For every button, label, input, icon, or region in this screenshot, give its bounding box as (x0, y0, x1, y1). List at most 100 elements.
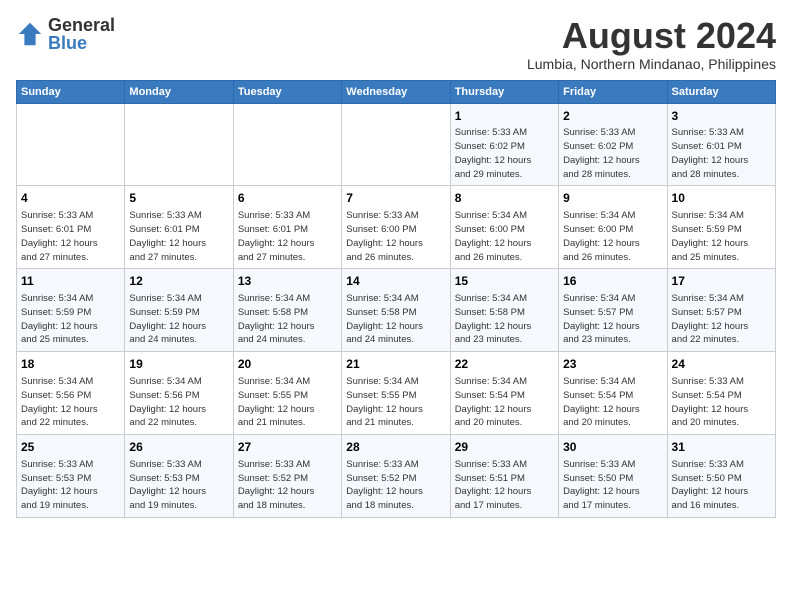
calendar-body: 1 Sunrise: 5:33 AM Sunset: 6:02 PM Daylig… (17, 103, 776, 517)
calendar-cell: 26Sunrise: 5:33 AM Sunset: 5:53 PM Dayli… (125, 435, 233, 518)
day-info: Sunrise: 5:34 AM Sunset: 5:54 PM Dayligh… (563, 375, 662, 430)
day-info: Sunrise: 5:33 AM Sunset: 5:52 PM Dayligh… (238, 458, 337, 513)
calendar-cell (342, 103, 450, 186)
calendar-week-2: 11Sunrise: 5:34 AM Sunset: 5:59 PM Dayli… (17, 269, 776, 352)
calendar-cell: 1Sunrise: 5:33 AM Sunset: 6:02 PM Daylig… (450, 103, 558, 186)
calendar-cell: 18 Sunrise: 5:34 AM Sunset: 5:56 PM Dayli… (17, 352, 125, 435)
day-info: Sunrise: 5:33 AM Sunset: 6:01 PM Dayligh… (238, 209, 337, 264)
calendar-cell: 28 Sunrise: 5:33 AM Sunset: 5:52 PM Dayli… (342, 435, 450, 518)
day-number: 22 (455, 356, 554, 373)
day-number: 9 (563, 190, 662, 207)
calendar-cell: 8 Sunrise: 5:34 AM Sunset: 6:00 PM Daylig… (450, 186, 558, 269)
day-info: Sunrise: 5:33 AM Sunset: 6:02 PM Dayligh… (563, 126, 662, 181)
calendar-cell: 21Sunrise: 5:34 AM Sunset: 5:55 PM Dayli… (342, 352, 450, 435)
day-number: 12 (129, 273, 228, 290)
calendar-cell: 17 Sunrise: 5:34 AM Sunset: 5:57 PM Dayli… (667, 269, 775, 352)
weekday-header-sunday: Sunday (17, 80, 125, 103)
calendar-cell: 23 Sunrise: 5:34 AM Sunset: 5:54 PM Dayli… (559, 352, 667, 435)
calendar-cell (233, 103, 341, 186)
day-number: 26 (129, 439, 228, 456)
calendar-table: SundayMondayTuesdayWednesdayThursdayFrid… (16, 80, 776, 518)
calendar-week-1: 4 Sunrise: 5:33 AM Sunset: 6:01 PM Daylig… (17, 186, 776, 269)
day-number: 18 (21, 356, 120, 373)
day-number: 17 (672, 273, 771, 290)
day-number: 13 (238, 273, 337, 290)
logo-text: General Blue (48, 16, 115, 52)
calendar-cell: 24 Sunrise: 5:33 AM Sunset: 5:54 PM Dayli… (667, 352, 775, 435)
calendar-week-0: 1 Sunrise: 5:33 AM Sunset: 6:02 PM Daylig… (17, 103, 776, 186)
day-number: 16 (563, 273, 662, 290)
weekday-header: SundayMondayTuesdayWednesdayThursdayFrid… (17, 80, 776, 103)
calendar-title: August 2024 (527, 16, 776, 56)
calendar-cell (17, 103, 125, 186)
day-info: Sunrise: 5:33 AM Sunset: 6:01 PM Dayligh… (672, 126, 771, 181)
day-number: 5 (129, 190, 228, 207)
logo-general: General (48, 15, 115, 35)
weekday-header-saturday: Saturday (667, 80, 775, 103)
calendar-cell: 3Sunrise: 5:33 AM Sunset: 6:01 PM Daylig… (667, 103, 775, 186)
calendar-cell: 31 Sunrise: 5:33 AM Sunset: 5:50 PM Dayli… (667, 435, 775, 518)
calendar-cell: 19Sunrise: 5:34 AM Sunset: 5:56 PM Dayli… (125, 352, 233, 435)
calendar-week-3: 18 Sunrise: 5:34 AM Sunset: 5:56 PM Dayli… (17, 352, 776, 435)
day-info: Sunrise: 5:33 AM Sunset: 5:50 PM Dayligh… (563, 458, 662, 513)
calendar-cell: 29 Sunrise: 5:33 AM Sunset: 5:51 PM Dayli… (450, 435, 558, 518)
day-info: Sunrise: 5:34 AM Sunset: 5:57 PM Dayligh… (563, 292, 662, 347)
day-info: Sunrise: 5:34 AM Sunset: 6:00 PM Dayligh… (455, 209, 554, 264)
weekday-header-monday: Monday (125, 80, 233, 103)
calendar-subtitle: Lumbia, Northern Mindanao, Philippines (527, 56, 776, 72)
day-number: 8 (455, 190, 554, 207)
calendar-week-4: 25Sunrise: 5:33 AM Sunset: 5:53 PM Dayli… (17, 435, 776, 518)
day-info: Sunrise: 5:33 AM Sunset: 6:01 PM Dayligh… (21, 209, 120, 264)
calendar-cell: 30 Sunrise: 5:33 AM Sunset: 5:50 PM Dayli… (559, 435, 667, 518)
day-info: Sunrise: 5:34 AM Sunset: 5:57 PM Dayligh… (672, 292, 771, 347)
calendar-cell: 10Sunrise: 5:34 AM Sunset: 5:59 PM Dayli… (667, 186, 775, 269)
header: General Blue August 2024 Lumbia, Norther… (16, 16, 776, 72)
day-number: 4 (21, 190, 120, 207)
calendar-cell: 7 Sunrise: 5:33 AM Sunset: 6:00 PM Daylig… (342, 186, 450, 269)
weekday-header-tuesday: Tuesday (233, 80, 341, 103)
day-number: 29 (455, 439, 554, 456)
day-info: Sunrise: 5:33 AM Sunset: 5:52 PM Dayligh… (346, 458, 445, 513)
calendar-cell: 13 Sunrise: 5:34 AM Sunset: 5:58 PM Dayli… (233, 269, 341, 352)
day-info: Sunrise: 5:34 AM Sunset: 5:55 PM Dayligh… (346, 375, 445, 430)
logo-icon (16, 20, 44, 48)
calendar-cell: 6 Sunrise: 5:33 AM Sunset: 6:01 PM Daylig… (233, 186, 341, 269)
day-number: 23 (563, 356, 662, 373)
day-info: Sunrise: 5:33 AM Sunset: 5:50 PM Dayligh… (672, 458, 771, 513)
day-info: Sunrise: 5:33 AM Sunset: 6:00 PM Dayligh… (346, 209, 445, 264)
day-number: 24 (672, 356, 771, 373)
calendar-cell: 25Sunrise: 5:33 AM Sunset: 5:53 PM Dayli… (17, 435, 125, 518)
day-info: Sunrise: 5:33 AM Sunset: 5:51 PM Dayligh… (455, 458, 554, 513)
calendar-cell: 12Sunrise: 5:34 AM Sunset: 5:59 PM Dayli… (125, 269, 233, 352)
calendar-cell: 27 Sunrise: 5:33 AM Sunset: 5:52 PM Dayli… (233, 435, 341, 518)
day-number: 1 (455, 108, 554, 125)
day-info: Sunrise: 5:33 AM Sunset: 5:54 PM Dayligh… (672, 375, 771, 430)
calendar-cell: 14Sunrise: 5:34 AM Sunset: 5:58 PM Dayli… (342, 269, 450, 352)
day-info: Sunrise: 5:34 AM Sunset: 5:55 PM Dayligh… (238, 375, 337, 430)
day-number: 30 (563, 439, 662, 456)
day-info: Sunrise: 5:34 AM Sunset: 6:00 PM Dayligh… (563, 209, 662, 264)
day-info: Sunrise: 5:34 AM Sunset: 5:58 PM Dayligh… (346, 292, 445, 347)
weekday-header-thursday: Thursday (450, 80, 558, 103)
day-info: Sunrise: 5:34 AM Sunset: 5:59 PM Dayligh… (672, 209, 771, 264)
calendar-cell: 20 Sunrise: 5:34 AM Sunset: 5:55 PM Dayli… (233, 352, 341, 435)
day-info: Sunrise: 5:34 AM Sunset: 5:56 PM Dayligh… (21, 375, 120, 430)
day-number: 6 (238, 190, 337, 207)
logo: General Blue (16, 16, 115, 52)
day-info: Sunrise: 5:34 AM Sunset: 5:58 PM Dayligh… (238, 292, 337, 347)
day-number: 31 (672, 439, 771, 456)
day-number: 28 (346, 439, 445, 456)
calendar-cell: 9 Sunrise: 5:34 AM Sunset: 6:00 PM Daylig… (559, 186, 667, 269)
day-number: 7 (346, 190, 445, 207)
calendar-cell: 2Sunrise: 5:33 AM Sunset: 6:02 PM Daylig… (559, 103, 667, 186)
day-info: Sunrise: 5:34 AM Sunset: 5:59 PM Dayligh… (21, 292, 120, 347)
calendar-cell: 16 Sunrise: 5:34 AM Sunset: 5:57 PM Dayli… (559, 269, 667, 352)
day-number: 27 (238, 439, 337, 456)
day-number: 25 (21, 439, 120, 456)
day-number: 20 (238, 356, 337, 373)
weekday-header-wednesday: Wednesday (342, 80, 450, 103)
calendar-cell: 4 Sunrise: 5:33 AM Sunset: 6:01 PM Daylig… (17, 186, 125, 269)
calendar-cell: 15Sunrise: 5:34 AM Sunset: 5:58 PM Dayli… (450, 269, 558, 352)
calendar-cell (125, 103, 233, 186)
day-number: 2 (563, 108, 662, 125)
